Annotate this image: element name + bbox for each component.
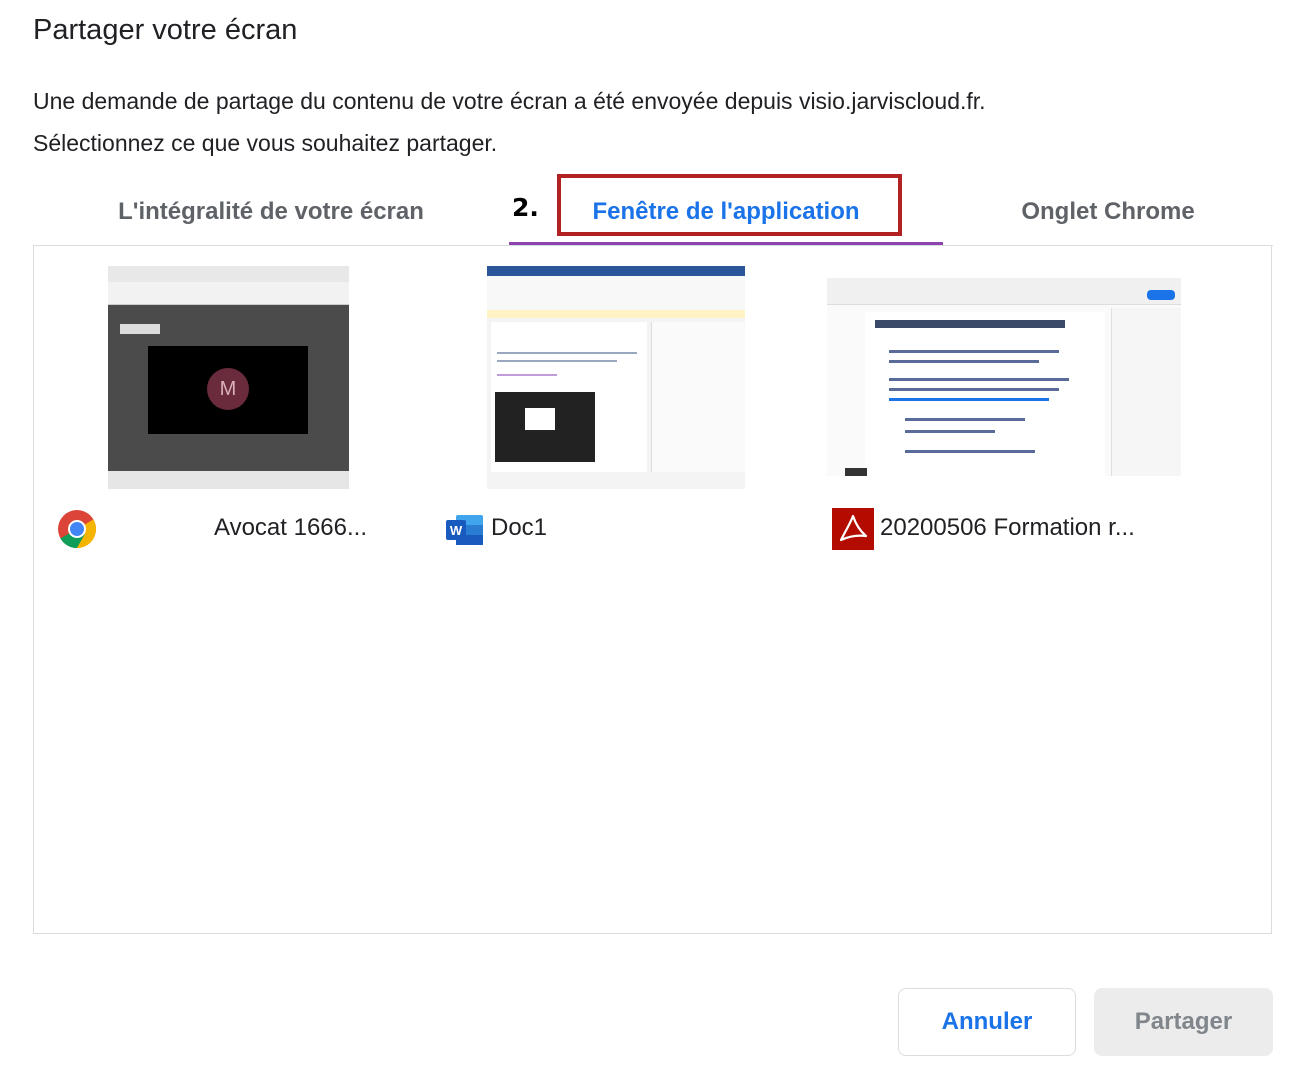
thumbnail-sidepane xyxy=(651,322,745,472)
word-icon: W xyxy=(446,515,483,545)
source-thumbnail[interactable] xyxy=(827,278,1181,476)
thumbnail-toolbar xyxy=(827,278,1181,305)
thumbnail-heading xyxy=(875,320,1065,328)
thumbnail-screenshot-inner xyxy=(525,408,555,430)
thumbnail-infobar xyxy=(487,310,745,318)
avatar: M xyxy=(207,368,249,410)
thumbnail-toolbar xyxy=(487,276,745,311)
source-thumbnail[interactable]: M xyxy=(108,266,349,489)
word-icon-letter: W xyxy=(450,523,463,538)
annotation-highlight-box xyxy=(557,174,902,236)
chrome-icon xyxy=(58,510,97,549)
thumbnail-footer xyxy=(108,471,349,489)
annotation-step-number: 2. xyxy=(512,193,539,222)
source-label: 20200506 Formation r... xyxy=(880,514,1135,541)
share-button[interactable]: Partager xyxy=(1094,988,1273,1056)
text-line xyxy=(889,350,1059,353)
dialog-description: Une demande de partage du contenu de vot… xyxy=(33,80,1273,164)
text-line xyxy=(905,450,1035,453)
thumbnail-sidebar xyxy=(1111,308,1181,476)
thumbnail-toolbar xyxy=(108,282,349,305)
text-line xyxy=(497,360,617,362)
thumbnail-share-button xyxy=(1147,290,1175,300)
thumbnail-tabstrip xyxy=(108,266,349,282)
thumbnail-corner xyxy=(845,468,867,476)
text-line xyxy=(889,388,1059,391)
thumbnail-ribbon xyxy=(487,266,745,276)
text-line xyxy=(905,430,995,433)
text-line xyxy=(889,398,1049,401)
text-line xyxy=(889,360,1039,363)
description-line-2: Sélectionnez ce que vous souhaitez parta… xyxy=(33,130,498,156)
tab-chrome-tab[interactable]: Onglet Chrome xyxy=(943,180,1273,244)
text-line xyxy=(497,374,557,376)
source-thumbnail[interactable] xyxy=(487,266,745,489)
page-title: Partager votre écran xyxy=(33,14,298,46)
acrobat-icon xyxy=(832,508,874,550)
text-line xyxy=(905,418,1025,421)
jarvis-logo xyxy=(120,324,160,334)
description-line-1: Une demande de partage du contenu de vot… xyxy=(33,88,986,114)
cancel-button[interactable]: Annuler xyxy=(898,988,1076,1056)
source-label: Doc1 xyxy=(491,514,548,541)
text-line xyxy=(497,352,637,354)
tab-entire-screen[interactable]: L'intégralité de votre écran xyxy=(33,180,509,244)
text-line xyxy=(889,378,1069,381)
source-label: Avocat 1666... xyxy=(214,514,367,541)
